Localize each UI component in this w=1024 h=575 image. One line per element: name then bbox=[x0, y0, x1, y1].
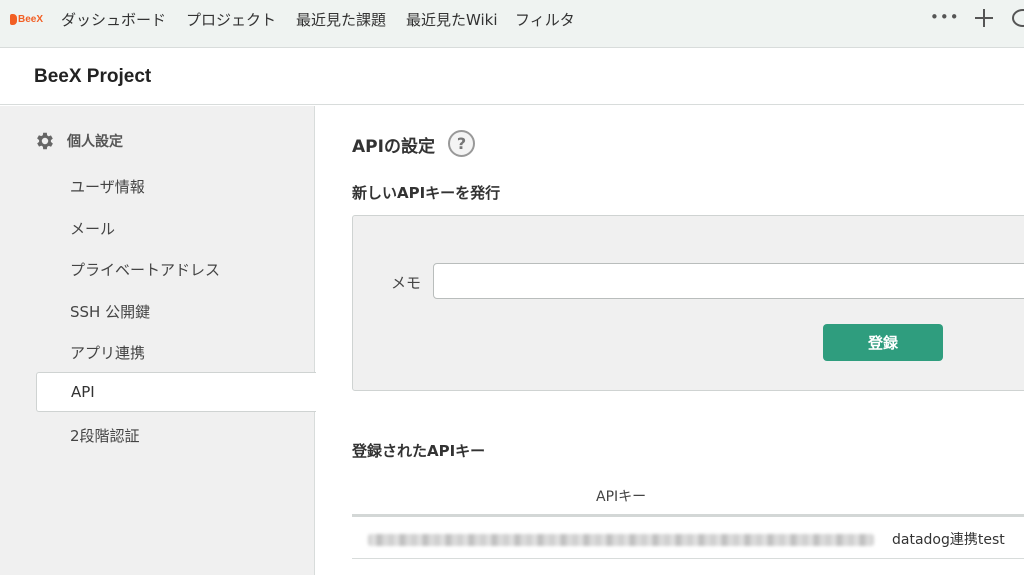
sidebar-item-ssh-key[interactable]: SSH 公開鍵 bbox=[70, 301, 150, 322]
nav-item-recent-issues[interactable]: 最近見た課題 bbox=[296, 9, 386, 30]
sidebar-item-two-factor[interactable]: 2段階認証 bbox=[70, 425, 140, 446]
project-title[interactable]: BeeX Project bbox=[34, 66, 151, 88]
nav-item-recent-wiki[interactable]: 最近見たWiki bbox=[406, 9, 498, 30]
sidebar-heading: 個人設定 bbox=[34, 130, 123, 152]
sidebar-item-app-integration[interactable]: アプリ連携 bbox=[70, 342, 145, 363]
register-button[interactable]: 登録 bbox=[823, 324, 943, 361]
memo-input[interactable] bbox=[433, 263, 1024, 299]
sidebar-item-user-info[interactable]: ユーザ情報 bbox=[70, 176, 145, 197]
more-icon[interactable]: ••• bbox=[930, 8, 959, 26]
sidebar-item-private-address[interactable]: プライベートアドレス bbox=[70, 259, 220, 280]
beex-logo[interactable]: BeeX bbox=[10, 10, 43, 28]
api-key-value-blurred[interactable] bbox=[368, 534, 874, 546]
logo-text: BeeX bbox=[18, 13, 44, 25]
sidebar-item-api-label: API bbox=[71, 383, 95, 401]
page-title: APIの設定 bbox=[352, 137, 435, 157]
table-row: datadog連携test bbox=[352, 517, 1024, 559]
sidebar-item-api[interactable]: API bbox=[36, 372, 316, 412]
project-header: BeeX Project bbox=[0, 48, 1024, 105]
settings-sidebar: 個人設定 ユーザ情報 メール プライベートアドレス SSH 公開鍵 アプリ連携 … bbox=[0, 106, 316, 575]
table-header: APIキー bbox=[352, 474, 1024, 517]
sidebar-heading-label: 個人設定 bbox=[67, 134, 123, 150]
sidebar-item-mail[interactable]: メール bbox=[70, 218, 115, 239]
nav-item-dashboard[interactable]: ダッシュボード bbox=[61, 9, 166, 30]
api-key-memo: datadog連携test bbox=[892, 532, 1005, 548]
gear-icon bbox=[37, 132, 53, 150]
nav-item-filters[interactable]: フィルタ bbox=[515, 9, 575, 30]
column-header-api-key: APIキー bbox=[596, 489, 647, 505]
new-key-heading: 新しいAPIキーを発行 bbox=[352, 184, 501, 202]
new-key-form: メモ 登録 bbox=[352, 215, 1024, 391]
eye-icon[interactable] bbox=[1012, 9, 1024, 27]
memo-label: メモ bbox=[391, 274, 422, 292]
help-icon[interactable]: ? bbox=[448, 130, 475, 157]
nav-item-projects[interactable]: プロジェクト bbox=[186, 9, 276, 30]
registered-keys-heading: 登録されたAPIキー bbox=[352, 442, 486, 460]
top-nav: BeeX ダッシュボード プロジェクト 最近見た課題 最近見たWiki フィルタ… bbox=[0, 0, 1024, 48]
main-content: APIの設定 ? 新しいAPIキーを発行 メモ 登録 登録されたAPIキー AP… bbox=[316, 106, 1024, 575]
logo-mark-icon bbox=[10, 13, 17, 25]
plus-icon[interactable] bbox=[972, 6, 996, 30]
